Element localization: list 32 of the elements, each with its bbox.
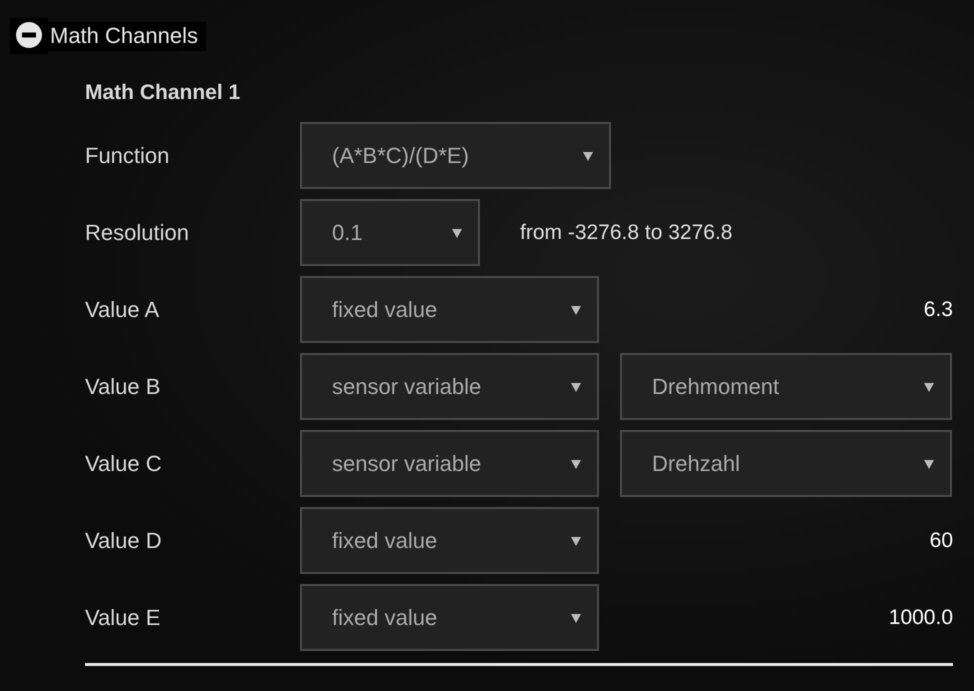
field-label: Value C <box>85 450 163 476</box>
sensor-dropdown[interactable]: Drehzahl <box>620 430 952 497</box>
fixed-value: 1000.0 <box>888 606 953 630</box>
field-label: Resolution <box>85 220 190 246</box>
fixed-value: 60 <box>930 528 953 552</box>
source-dropdown[interactable]: fixed value <box>300 507 599 574</box>
source-dropdown[interactable]: sensor variable <box>300 430 599 497</box>
fixed-value: 6.3 <box>924 298 953 322</box>
field-label: Value B <box>85 374 162 400</box>
caret-icon <box>571 613 581 623</box>
caret-icon <box>452 228 462 238</box>
caret-icon <box>583 151 593 161</box>
field-label: Value E <box>85 604 162 630</box>
collapse-icon[interactable] <box>10 18 48 54</box>
range-text: from -3276.8 to 3276.8 <box>520 220 732 244</box>
source-dropdown[interactable]: fixed value <box>300 276 599 343</box>
source-dropdown[interactable]: sensor variable <box>300 353 599 420</box>
caret-icon <box>571 382 581 392</box>
caret-icon <box>924 382 934 392</box>
function-dropdown[interactable]: (A*B*C)/(D*E) <box>300 122 611 189</box>
field-label: Value A <box>85 296 160 322</box>
sensor-dropdown[interactable]: Drehmoment <box>620 353 952 420</box>
channel-title: Math Channel 1 <box>85 81 242 105</box>
source-dropdown[interactable]: fixed value <box>300 584 599 651</box>
resolution-dropdown[interactable]: 0.1 <box>300 199 480 266</box>
caret-icon <box>571 459 581 469</box>
section-title[interactable]: Math Channels <box>48 22 206 50</box>
field-label: Value D <box>85 528 163 554</box>
field-label: Function <box>85 142 170 168</box>
caret-icon <box>924 459 934 469</box>
caret-icon <box>571 536 581 546</box>
caret-icon <box>571 305 581 315</box>
